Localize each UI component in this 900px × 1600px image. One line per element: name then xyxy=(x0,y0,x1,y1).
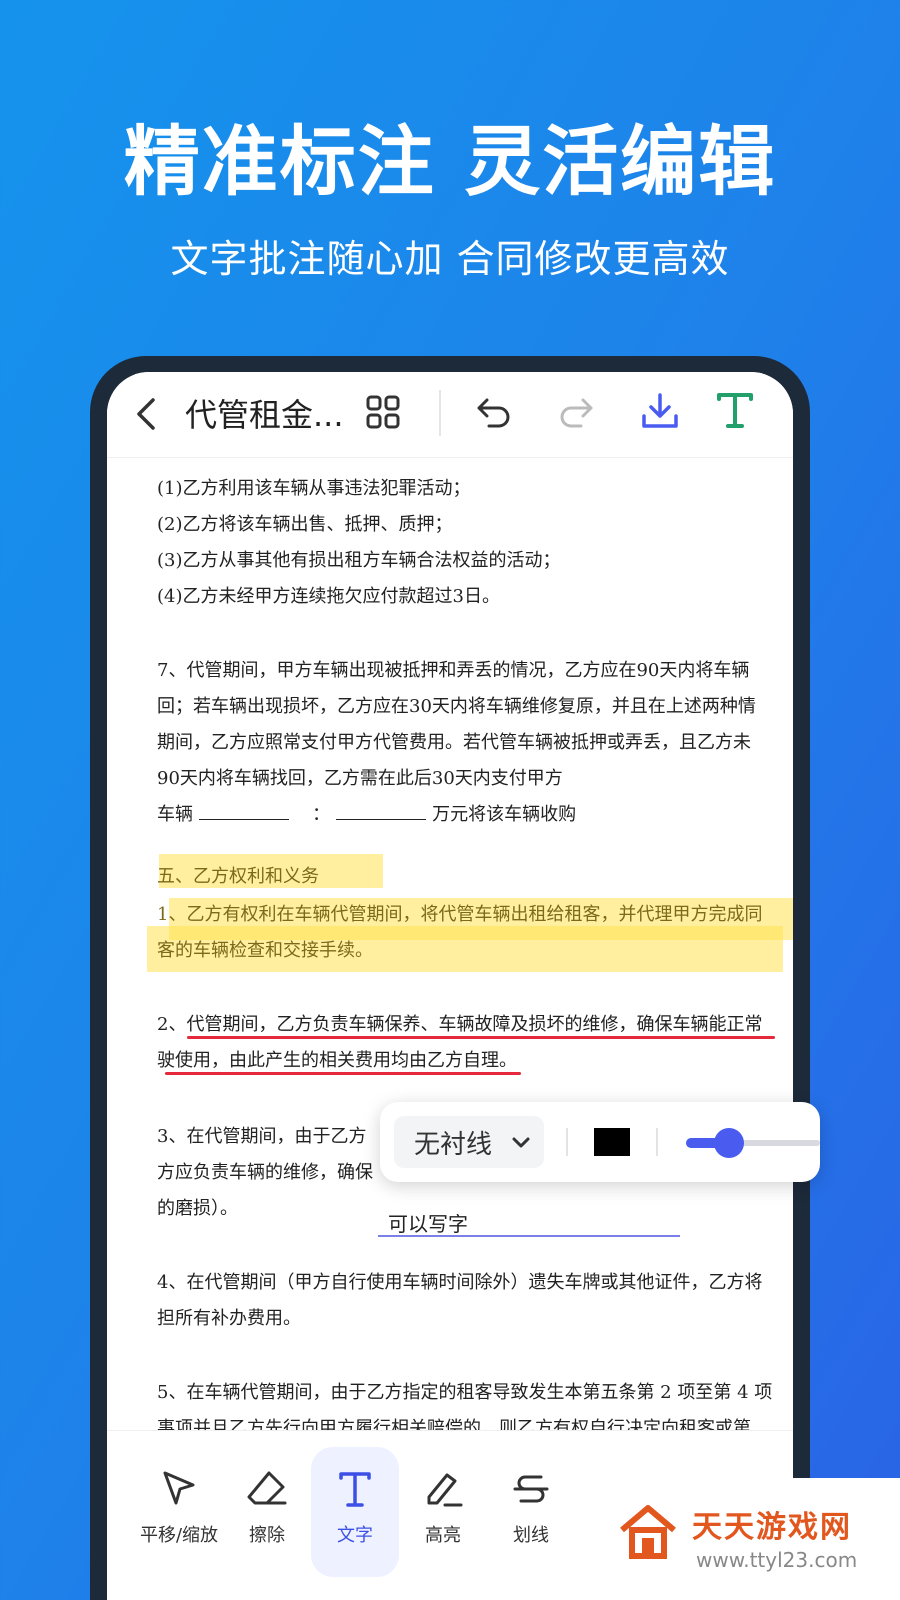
strikethrough-icon xyxy=(487,1467,575,1515)
redo-icon[interactable] xyxy=(557,394,595,434)
promo-subheadline: 文字批注随心加 合同修改更高效 xyxy=(170,237,730,281)
text-tool-icon[interactable] xyxy=(715,388,755,436)
popup-separator xyxy=(566,1128,568,1156)
doc-line: (1)乙方利用该车辆从事违法犯罪活动； xyxy=(157,478,471,499)
pointer-icon xyxy=(135,1467,223,1515)
font-family-select[interactable]: 无衬线 xyxy=(394,1116,544,1168)
doc-text: ： xyxy=(312,804,331,825)
doc-line: 担所有补办费用。 xyxy=(157,1308,301,1329)
top-bar: 代管租金... xyxy=(107,372,793,458)
highlighter-icon xyxy=(399,1467,487,1515)
font-size-slider-handle[interactable] xyxy=(714,1128,744,1158)
doc-line: 期间，乙方应照常支付甲方代管费用。若代管车辆被抵押或弄丢，且乙方未 xyxy=(157,732,751,753)
underline-mark xyxy=(165,1072,521,1075)
font-family-value: 无衬线 xyxy=(414,1129,493,1160)
watermark-name: 天天游戏网 xyxy=(692,1510,852,1545)
doc-line: 4、在代管期间（甲方自行使用车辆时间除外）遗失车牌或其他证件，乙方将 xyxy=(157,1272,763,1293)
tool-label: 擦除 xyxy=(249,1525,285,1546)
doc-line: 方应负责车辆的维修，确保 xyxy=(157,1162,373,1183)
doc-line: 3、在代管期间，由于乙方 xyxy=(157,1126,367,1147)
tool-pan-zoom[interactable]: 平移/缩放 xyxy=(135,1457,223,1567)
tool-strikethrough[interactable]: 划线 xyxy=(487,1457,575,1567)
watermark-url: www.ttyl23.com xyxy=(696,1548,858,1572)
doc-line: 客的车辆检查和交接手续。 xyxy=(157,940,373,961)
site-watermark: 天天游戏网 www.ttyl23.com xyxy=(596,1478,900,1600)
doc-line: 7、代管期间，甲方车辆出现被抵押和弄丢的情况，乙方应在90天内将车辆 xyxy=(157,660,750,681)
tool-label: 高亮 xyxy=(425,1525,461,1546)
underline-mark xyxy=(187,1036,775,1039)
fill-blank xyxy=(336,806,427,820)
text-annotation[interactable]: 可以写字 xyxy=(388,1208,468,1237)
doc-line: 2、代管期间，乙方负责车辆保养、车辆故障及损坏的维修，确保车辆能正常 xyxy=(157,1014,763,1035)
doc-line: 90天内将车辆找回，乙方需在此后30天内支付甲方 xyxy=(157,768,563,789)
eraser-icon xyxy=(223,1467,311,1515)
doc-line: 的磨损）。 xyxy=(157,1198,238,1219)
tool-text[interactable]: 文字 xyxy=(311,1447,399,1577)
font-color-swatch[interactable] xyxy=(594,1128,630,1156)
tool-label: 文字 xyxy=(337,1525,373,1546)
doc-text: 车辆 xyxy=(157,804,193,825)
fill-blank xyxy=(199,806,289,820)
document-title: 代管租金... xyxy=(185,396,344,434)
doc-line: (4)乙方未经甲方连续拖欠应付款超过3日。 xyxy=(157,586,500,607)
doc-line: 1、乙方有权利在车辆代管期间，将代管车辆出租给租客，并代理甲方完成同 xyxy=(157,904,763,925)
doc-line: 驶使用，由此产生的相关费用均由乙方自理。 xyxy=(157,1050,517,1071)
text-annotation-underline xyxy=(378,1235,680,1237)
chevron-down-icon xyxy=(510,1130,532,1161)
chevron-left-icon[interactable] xyxy=(131,392,161,440)
toolbar-separator xyxy=(439,390,441,436)
document-page: (1)乙方利用该车辆从事违法犯罪活动； (2)乙方将该车辆出售、抵押、质押； (… xyxy=(107,458,793,1518)
tool-label: 平移/缩放 xyxy=(139,1525,219,1546)
popup-separator xyxy=(656,1128,658,1156)
doc-line: 回；若车辆出现损坏，乙方应在30天内将车辆维修复原，并且在上述两种情 xyxy=(157,696,756,717)
tool-eraser[interactable]: 擦除 xyxy=(223,1457,311,1567)
font-style-popup: 无衬线 xyxy=(380,1102,820,1182)
tool-label: 划线 xyxy=(513,1525,549,1546)
grid-icon[interactable] xyxy=(365,394,401,434)
promo-headline: 精准标注 灵活编辑 xyxy=(123,117,777,206)
text-icon xyxy=(311,1467,399,1515)
doc-line-vehicle: 车辆 ： 万元将该车辆收购 xyxy=(157,800,576,826)
tool-highlight[interactable]: 高亮 xyxy=(399,1457,487,1567)
doc-line: (3)乙方从事其他有损出租方车辆合法权益的活动； xyxy=(157,550,561,571)
doc-line: 5、在车辆代管期间，由于乙方指定的租客导致发生本第五条第 2 项至第 4 项 xyxy=(157,1382,773,1403)
phone-screen: 代管租金... (1)乙方利用该车辆从事违法犯罪活动； (2)乙方将该车辆出售、… xyxy=(107,372,793,1600)
doc-line: (2)乙方将该车辆出售、抵押、质押； xyxy=(157,514,453,535)
section-heading: 五、乙方权利和义务 xyxy=(157,866,319,887)
undo-icon[interactable] xyxy=(475,394,513,434)
download-icon[interactable] xyxy=(639,390,681,436)
house-logo-icon xyxy=(616,1500,680,1568)
doc-text: 万元将该车辆收购 xyxy=(432,804,577,825)
